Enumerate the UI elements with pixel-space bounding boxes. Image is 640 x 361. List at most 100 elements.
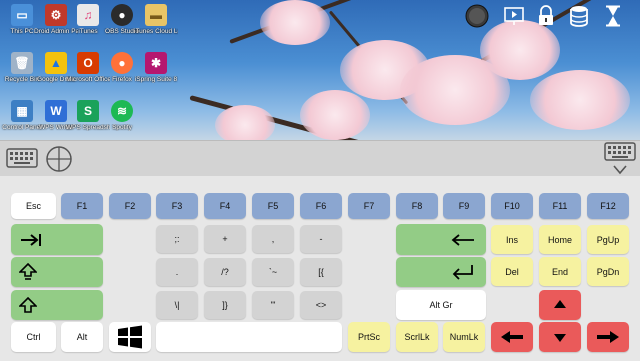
hide-keyboard-button[interactable]	[612, 163, 628, 175]
keyboard-icon	[604, 142, 636, 161]
toggle-keyboard-button[interactable]	[6, 145, 38, 171]
key-f5[interactable]: F5	[252, 193, 294, 219]
music-icon: ♫	[77, 4, 99, 26]
presentation-button[interactable]	[501, 3, 527, 29]
mouse-button[interactable]	[464, 3, 490, 29]
keyboard-layout-button[interactable]	[604, 142, 636, 162]
remote-desktop-view[interactable]: ▭ This PC ⚙ Droid Admin Passwords ♫ iTun…	[0, 0, 640, 140]
key-semicolon[interactable]: ;:	[156, 225, 198, 253]
key-minus[interactable]: -	[300, 225, 342, 253]
key-scroll-lock[interactable]: ScrlLk	[396, 322, 438, 352]
mouse-icon	[465, 4, 489, 28]
key-windows[interactable]	[109, 322, 151, 352]
drive-icon: ▲	[45, 52, 67, 74]
keyboard-icon	[6, 148, 38, 168]
key-f1[interactable]: F1	[61, 193, 103, 219]
wps-writer-icon: W	[45, 100, 67, 122]
folder-icon: ▬	[145, 4, 167, 26]
desktop-icon-itunes-cloud-logs[interactable]: ▬ iTunes Cloud Logs	[134, 4, 178, 48]
key-f7[interactable]: F7	[348, 193, 390, 219]
wallpaper-blossom	[300, 90, 370, 140]
key-shift-left[interactable]	[11, 290, 103, 320]
key-backtick[interactable]: `~	[252, 258, 294, 286]
key-arrow-down[interactable]	[539, 322, 581, 352]
office-icon: O	[77, 52, 99, 74]
key-slash[interactable]: /?	[204, 258, 246, 286]
windows-icon	[118, 325, 142, 349]
key-right-bracket[interactable]: ]}	[204, 291, 246, 319]
wps-sheets-icon: S	[77, 100, 99, 122]
enter-icon	[452, 265, 473, 280]
hourglass-icon	[606, 5, 620, 27]
key-f12[interactable]: F12	[587, 193, 629, 219]
key-f6[interactable]: F6	[300, 193, 342, 219]
lock-button[interactable]	[533, 3, 559, 29]
record-icon: ●	[111, 4, 133, 26]
hourglass-button[interactable]	[600, 3, 626, 29]
key-space[interactable]	[156, 322, 342, 352]
key-f3[interactable]: F3	[156, 193, 198, 219]
backspace-icon	[451, 233, 474, 246]
database-button[interactable]	[566, 3, 592, 29]
key-left-bracket[interactable]: [{	[300, 258, 342, 286]
key-period[interactable]: .	[156, 258, 198, 286]
trash-icon: 🗑	[11, 52, 33, 74]
wallpaper-blossom	[530, 70, 630, 130]
key-arrow-left[interactable]	[491, 322, 533, 352]
key-print-screen[interactable]: PrtSc	[348, 322, 390, 352]
keyboard-toolbar	[0, 140, 640, 176]
key-end[interactable]: End	[539, 257, 581, 286]
firefox-icon: ●	[111, 52, 133, 74]
presentation-icon	[504, 7, 524, 25]
key-page-down[interactable]: PgDn	[587, 257, 629, 286]
key-insert[interactable]: Ins	[491, 225, 533, 254]
key-backspace[interactable]	[396, 224, 486, 255]
arrow-down-icon	[554, 334, 566, 342]
key-enter[interactable]	[396, 257, 486, 287]
key-arrow-up[interactable]	[539, 290, 581, 320]
key-f11[interactable]: F11	[539, 193, 581, 219]
wallpaper-blossom	[260, 0, 330, 45]
key-alt-gr[interactable]: Alt Gr	[396, 290, 486, 320]
key-alt[interactable]: Alt	[61, 322, 103, 352]
gear-icon: ⚙	[45, 4, 67, 26]
key-quote[interactable]: '"	[252, 291, 294, 319]
spotify-icon: ≋	[111, 100, 133, 122]
key-ctrl[interactable]: Ctrl	[11, 322, 56, 352]
key-f9[interactable]: F9	[443, 193, 485, 219]
lock-icon	[539, 5, 553, 25]
database-icon	[570, 6, 588, 27]
key-esc[interactable]: Esc	[11, 193, 56, 219]
control-panel-icon: ▦	[11, 100, 33, 122]
wallpaper-blossom	[215, 105, 275, 140]
crosshair-button[interactable]	[45, 145, 73, 173]
shift-icon	[19, 297, 37, 313]
key-caps-lock[interactable]	[11, 257, 103, 287]
arrow-right-icon	[597, 331, 619, 343]
desktop-icon-ispring[interactable]: ✱ iSpring Suite 8	[134, 52, 178, 96]
key-home[interactable]: Home	[539, 225, 581, 254]
key-tab[interactable]	[11, 224, 103, 255]
virtual-keyboard: Esc F1 F2 F3 F4 F5 F6 F7 F8 F9 F10 F11 F…	[0, 176, 640, 361]
key-f2[interactable]: F2	[109, 193, 151, 219]
key-f10[interactable]: F10	[491, 193, 533, 219]
key-delete[interactable]: Del	[491, 257, 533, 286]
remote-desktop-app: ▭ This PC ⚙ Droid Admin Passwords ♫ iTun…	[0, 0, 640, 361]
caps-lock-icon	[19, 263, 37, 280]
key-f4[interactable]: F4	[204, 193, 246, 219]
key-plus[interactable]: +	[204, 225, 246, 253]
tab-icon	[21, 233, 41, 246]
key-num-lock[interactable]: NumLk	[443, 322, 485, 352]
arrow-up-icon	[554, 300, 566, 308]
key-arrow-right[interactable]	[587, 322, 629, 352]
key-comma[interactable]: ,	[252, 225, 294, 253]
crosshair-icon	[46, 146, 72, 172]
key-f8[interactable]: F8	[396, 193, 438, 219]
wallpaper-blossom	[480, 20, 560, 80]
desktop-icon-spotify[interactable]: ≋ Spotify	[100, 100, 144, 140]
key-page-up[interactable]: PgUp	[587, 225, 629, 254]
arrow-left-icon	[501, 331, 523, 343]
key-angle-brackets[interactable]: <>	[300, 291, 342, 319]
ispring-icon: ✱	[145, 52, 167, 74]
key-backslash[interactable]: \|	[156, 291, 198, 319]
